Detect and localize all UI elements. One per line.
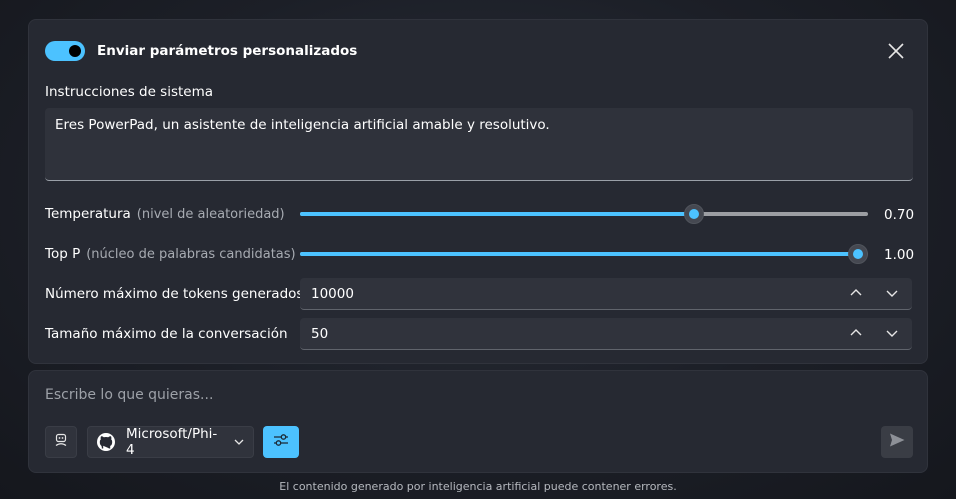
top-p-hint: (núcleo de palabras candidatas) — [86, 247, 296, 262]
top-p-value: 1.00 — [884, 247, 915, 263]
slider-fill — [300, 212, 694, 216]
custom-parameters-label: Enviar parámetros personalizados — [97, 43, 358, 59]
sliders-icon — [272, 431, 290, 453]
system-instructions-label: Instrucciones de sistema — [45, 84, 214, 100]
top-p-label-text: Top P — [45, 246, 81, 262]
slider-thumb[interactable] — [848, 244, 868, 264]
temperature-hint: (nivel de aleatoriedad) — [136, 207, 285, 222]
max-conversation-value: 50 — [311, 326, 329, 342]
system-instructions-input[interactable]: Eres PowerPad, un asistente de inteligen… — [45, 108, 913, 181]
chevron-down-icon[interactable] — [885, 326, 899, 340]
send-icon — [888, 431, 906, 453]
send-button[interactable] — [881, 426, 913, 458]
model-name: Microsoft/Phi-4 — [126, 426, 218, 458]
temperature-label-text: Temperatura — [45, 206, 131, 222]
parameters-button[interactable] — [263, 426, 299, 458]
chevron-down-icon[interactable] — [885, 286, 899, 300]
chat-input[interactable] — [45, 387, 865, 403]
top-p-label: Top P (núcleo de palabras candidatas) — [45, 246, 296, 262]
parameters-panel: Enviar parámetros personalizados Instruc… — [28, 19, 928, 364]
toggle-knob — [69, 45, 81, 57]
chevron-up-icon[interactable] — [849, 326, 863, 340]
github-icon — [96, 432, 116, 452]
temperature-value: 0.70 — [884, 207, 915, 223]
top-p-slider[interactable] — [300, 244, 868, 264]
chevron-down-icon — [233, 436, 245, 448]
chevron-up-icon[interactable] — [849, 286, 863, 300]
temperature-slider[interactable] — [300, 204, 868, 224]
chat-composer: Microsoft/Phi-4 — [28, 370, 928, 473]
disclaimer-footer: El contenido generado por inteligencia a… — [279, 480, 677, 493]
agent-button[interactable] — [45, 426, 77, 458]
max-conversation-label: Tamaño máximo de la conversación — [45, 326, 288, 342]
max-tokens-input[interactable]: 10000 — [300, 278, 912, 310]
max-conversation-input[interactable]: 50 — [300, 318, 912, 350]
temperature-label: Temperatura (nivel de aleatoriedad) — [45, 206, 285, 222]
max-tokens-label: Número máximo de tokens generados — [45, 286, 304, 302]
slider-thumb[interactable] — [683, 204, 704, 224]
custom-parameters-toggle[interactable] — [45, 41, 85, 61]
agent-icon — [53, 432, 69, 452]
model-selector[interactable]: Microsoft/Phi-4 — [87, 426, 254, 458]
max-tokens-value: 10000 — [311, 286, 354, 302]
close-icon[interactable] — [885, 40, 907, 62]
slider-fill — [300, 252, 858, 256]
